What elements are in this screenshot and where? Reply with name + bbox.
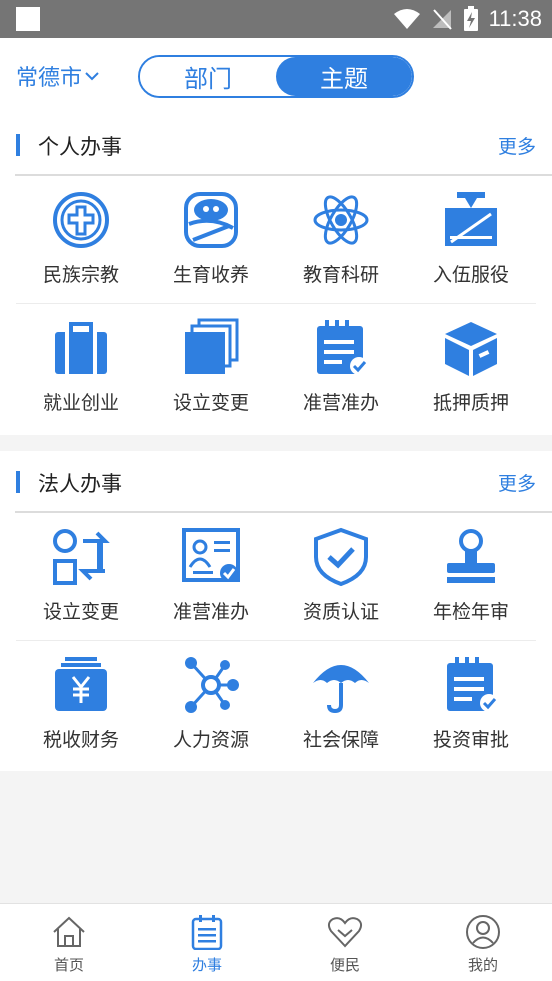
cross-circle-icon [53,192,109,248]
grid-row: 税收财务 人力资源 社会保障 投资审批 [0,641,552,769]
clipboard-icon [191,915,223,950]
home-icon [53,916,85,947]
status-indicators: 11:38 [393,0,542,38]
service-label: 人力资源 [172,729,249,751]
military-cap-icon [445,192,497,246]
network-icon [185,657,239,713]
tab-theme[interactable]: 主题 [276,57,412,96]
nav-label: 我的 [467,956,498,974]
city-label: 常德市 [16,66,83,91]
service-label: 准营准办 [172,601,249,623]
service-item[interactable]: 投资审批 [406,641,536,769]
service-label: 资质认证 [302,601,379,623]
service-item[interactable]: 准营准办 [146,513,276,641]
section-header: 法人办事 更多 [0,451,552,513]
more-link[interactable]: 更多 [498,132,536,159]
nav-home[interactable]: 首页 [0,904,138,981]
service-label: 设立变更 [172,392,249,414]
segmented-control: 部门 主题 [138,55,414,98]
user-icon [466,915,500,949]
bottom-nav: 首页 办事 便民 我的 [0,903,552,981]
service-item[interactable]: 入伍服役 [406,176,536,304]
notepad-check-icon [447,657,498,712]
service-label: 税收财务 [42,729,119,751]
service-label: 抵押质押 [432,392,509,414]
box-icon [445,322,497,376]
stacked-pages-icon [185,318,239,374]
nav-label: 首页 [53,956,84,974]
service-label: 年检年审 [432,601,509,623]
service-label: 教育科研 [302,264,379,286]
service-item[interactable]: 准营准办 [276,304,406,432]
tab-department[interactable]: 部门 [140,57,276,96]
status-bar: 11:38 [0,0,552,38]
legal-section: 法人办事 更多 设立变更 准营准办 资质认证 年检年审 税收财务 人力资源 社会… [0,451,552,771]
section-title: 法人办事 [38,472,122,496]
no-signal-icon [432,9,452,30]
notification-icon [16,7,40,31]
service-item[interactable]: 设立变更 [146,304,276,432]
section-header: 个人办事 更多 [0,114,552,176]
service-item[interactable]: 人力资源 [146,641,276,769]
clock: 11:38 [488,6,542,31]
nav-convenience[interactable]: 便民 [276,904,414,981]
service-label: 社会保障 [302,729,379,751]
service-label: 设立变更 [42,601,119,623]
heart-icon [327,917,363,948]
nav-profile[interactable]: 我的 [414,904,552,981]
battery-charging-icon [463,6,478,31]
umbrella-icon [313,665,369,714]
service-item[interactable]: 设立变更 [16,513,146,641]
grid-row: 民族宗教 生育收养 教育科研 入伍服役 [0,176,552,304]
yen-icon [55,657,107,711]
nav-services[interactable]: 办事 [138,904,276,981]
service-label: 入伍服役 [432,264,509,286]
service-item[interactable]: 民族宗教 [16,176,146,304]
service-item[interactable]: 抵押质押 [406,304,536,432]
grid-row: 就业创业 设立变更 准营准办 抵押质押 [0,304,552,432]
service-label: 就业创业 [42,392,119,414]
service-label: 生育收养 [172,264,249,286]
section-accent-bar [16,471,20,493]
city-selector[interactable]: 常德市 [16,60,100,92]
wifi-icon [393,9,420,29]
swap-icon [53,529,110,585]
shield-check-icon [314,527,368,587]
chevron-down-icon [85,72,99,81]
service-label: 准营准办 [302,392,379,414]
service-item[interactable]: 税收财务 [16,641,146,769]
header: 常德市 部门 主题 [0,38,552,114]
stamp-icon [447,529,495,583]
service-item[interactable]: 年检年审 [406,513,536,641]
service-label: 民族宗教 [42,264,119,286]
atom-icon [313,195,369,245]
service-item[interactable]: 教育科研 [276,176,406,304]
service-item[interactable]: 生育收养 [146,176,276,304]
more-link[interactable]: 更多 [498,469,536,496]
baby-icon [184,192,238,248]
nav-label: 便民 [329,956,360,974]
service-item[interactable]: 就业创业 [16,304,146,432]
service-label: 投资审批 [432,729,509,751]
section-accent-bar [16,134,20,156]
checklist-icon [317,320,368,375]
grid-row: 设立变更 准营准办 资质认证 年检年审 [0,513,552,641]
certificate-icon [182,528,240,582]
briefcase-icon [55,322,107,374]
personal-section: 个人办事 更多 民族宗教 生育收养 教育科研 入伍服役 就业创业 设立变更 准营… [0,114,552,435]
service-item[interactable]: 资质认证 [276,513,406,641]
section-title: 个人办事 [38,135,122,159]
nav-label: 办事 [191,956,222,974]
service-item[interactable]: 社会保障 [276,641,406,769]
